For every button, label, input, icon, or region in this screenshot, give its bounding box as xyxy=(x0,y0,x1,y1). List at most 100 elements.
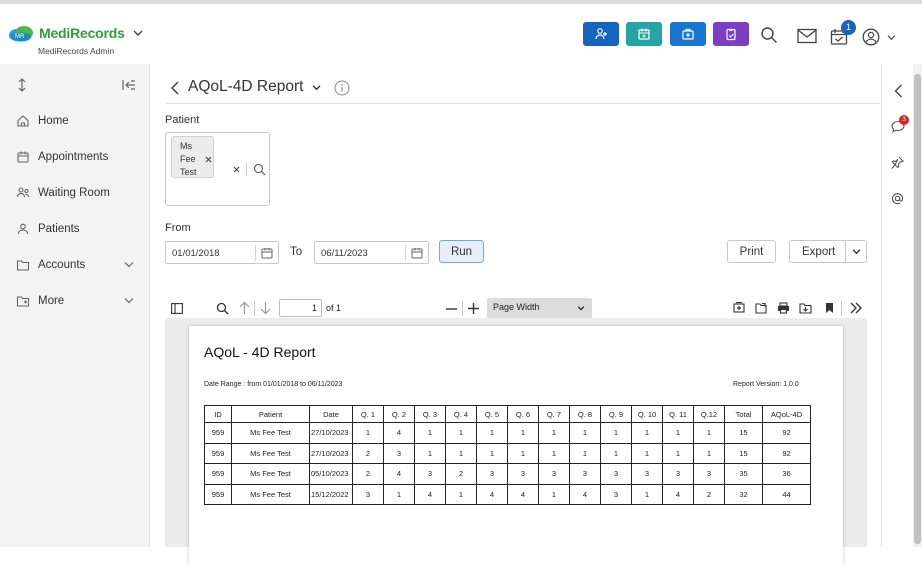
svg-text:MR: MR xyxy=(15,34,25,40)
sidebar-item-accounts[interactable]: Accounts xyxy=(0,253,150,277)
mail-icon[interactable] xyxy=(797,28,817,44)
save-icon[interactable] xyxy=(799,302,812,314)
to-label: To xyxy=(290,246,303,258)
column-header: Q. 9 xyxy=(600,405,632,423)
table-cell: 92 xyxy=(762,442,811,464)
column-header: AQoL-4D xyxy=(762,405,811,423)
table-cell: 1 xyxy=(662,442,694,464)
column-header: Q. 11 xyxy=(662,405,694,423)
table-cell: Ms Fee Test xyxy=(231,463,310,485)
print-icon[interactable] xyxy=(777,302,790,314)
open-file-icon[interactable] xyxy=(755,302,767,314)
column-header: Date xyxy=(309,405,353,423)
table-cell: 27/10/2023 xyxy=(309,442,353,464)
mention-icon[interactable] xyxy=(891,192,904,205)
patient-chip-line: Test xyxy=(180,167,197,177)
export-split-button: Export xyxy=(789,240,867,263)
calendar-icon[interactable] xyxy=(411,247,423,259)
column-header: Total xyxy=(724,405,763,423)
scrollbar-thumb[interactable] xyxy=(914,74,921,544)
sidebar-item-more[interactable]: More xyxy=(0,289,150,313)
column-header: Q. 2 xyxy=(383,405,415,423)
user-menu[interactable] xyxy=(862,28,898,48)
sidebar-item-waiting-room[interactable]: Waiting Room xyxy=(0,181,150,205)
next-page-icon[interactable] xyxy=(260,301,271,315)
table-cell: 35 xyxy=(724,463,763,485)
remove-chip-icon[interactable] xyxy=(205,156,212,163)
table-cell: 1 xyxy=(662,422,694,444)
page-number-input[interactable]: 1 xyxy=(279,299,322,317)
page-number-value: 1 xyxy=(311,303,317,313)
table-cell: 1 xyxy=(507,422,539,444)
report-version: Report Version: 1.0.0 xyxy=(733,381,799,388)
sidebar-item-label: Waiting Room xyxy=(38,187,110,199)
sidebar-item-patients[interactable]: Patients xyxy=(0,217,150,241)
patient-chip-line: Ms xyxy=(180,141,192,151)
sidebar-item-appointments[interactable]: Appointments xyxy=(0,145,150,169)
pin-icon[interactable] xyxy=(891,156,904,169)
table-cell: Ms Fee Test xyxy=(231,422,310,444)
search-icon[interactable] xyxy=(253,163,266,176)
to-date-input[interactable]: 06/11/2023 xyxy=(314,241,429,264)
table-cell: 1 xyxy=(414,422,446,444)
column-header: ID xyxy=(204,405,232,423)
patient-selector[interactable]: Ms Fee Test xyxy=(165,132,270,206)
table-cell: 959 xyxy=(204,422,232,444)
report-switcher-chevron-icon[interactable] xyxy=(312,85,321,91)
clipboard-icon xyxy=(726,28,736,41)
table-cell: 1 xyxy=(383,483,415,505)
page-count: of 1 xyxy=(326,303,342,313)
table-cell: 3 xyxy=(352,483,384,505)
presentation-mode-icon[interactable] xyxy=(733,302,745,314)
run-button[interactable]: Run xyxy=(439,240,484,263)
find-icon[interactable] xyxy=(216,302,229,315)
table-cell: 959 xyxy=(204,483,232,505)
brand-switcher[interactable]: MR MediRecords xyxy=(8,24,143,42)
table-cell: Ms Fee Test xyxy=(231,483,310,505)
patient-chip: Ms Fee Test xyxy=(171,136,214,178)
info-icon[interactable] xyxy=(334,80,350,96)
table-cell: 4 xyxy=(507,483,539,505)
from-date-value: 01/01/2018 xyxy=(172,248,220,259)
patients-icon xyxy=(17,223,29,235)
tools-menu-icon[interactable] xyxy=(850,302,862,314)
table-cell: 2 xyxy=(445,463,477,485)
report-table: ID Patient Date Q. 1 Q. 2 Q. 3 Q. 4 Q. 5 Q. 6 Q. … xyxy=(204,405,811,505)
brand-name: MediRecords xyxy=(39,25,125,41)
table-cell: 959 xyxy=(204,442,232,464)
from-label: From xyxy=(165,222,191,234)
zoom-in-icon[interactable] xyxy=(468,303,479,314)
add-patient-button[interactable] xyxy=(583,22,619,46)
search-icon[interactable] xyxy=(760,26,778,44)
sidebar-toggle-icon[interactable] xyxy=(171,303,183,314)
scrollbar[interactable] xyxy=(913,64,922,547)
back-icon[interactable] xyxy=(170,81,180,95)
bookmark-icon[interactable] xyxy=(825,302,834,314)
expand-panel-icon[interactable] xyxy=(894,84,903,98)
new-encounter-button[interactable] xyxy=(670,22,706,46)
column-header: Patient xyxy=(231,405,310,423)
sidebar-item-home[interactable]: Home xyxy=(0,109,150,133)
table-cell: 44 xyxy=(762,483,811,505)
print-button[interactable]: Print xyxy=(727,240,776,263)
medirecords-logo: MR xyxy=(9,26,33,42)
zoom-out-icon[interactable] xyxy=(446,304,457,314)
collapse-sidebar-icon[interactable] xyxy=(122,79,136,91)
clear-icon[interactable] xyxy=(233,166,240,173)
new-appointment-button[interactable] xyxy=(626,22,662,46)
export-dropdown-chevron-icon[interactable] xyxy=(852,249,861,255)
table-cell: 1 xyxy=(538,442,570,464)
sidebar: Home Appointments Waiting Room Patients … xyxy=(0,64,150,547)
table-cell: 4 xyxy=(662,483,694,505)
previous-page-icon[interactable] xyxy=(239,301,250,315)
add-patient-icon xyxy=(595,28,607,40)
resize-vertical-icon[interactable] xyxy=(16,78,28,92)
new-task-button[interactable] xyxy=(713,22,749,46)
table-cell: 1 xyxy=(507,442,539,464)
from-date-input[interactable]: 01/01/2018 xyxy=(165,241,279,264)
export-button[interactable]: Export xyxy=(802,246,835,258)
zoom-select[interactable]: Page Width xyxy=(487,298,592,318)
table-cell: 15 xyxy=(724,422,763,444)
calendar-icon[interactable] xyxy=(261,247,273,259)
table-cell: 4 xyxy=(414,483,446,505)
